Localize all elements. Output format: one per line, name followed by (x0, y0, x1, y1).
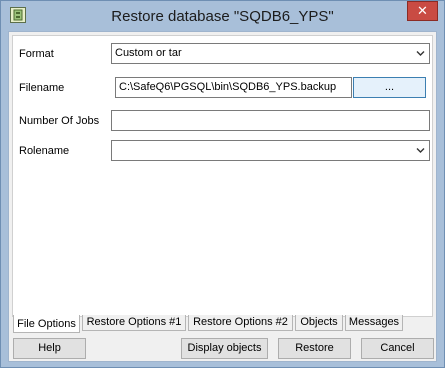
tab-restore-options-1[interactable]: Restore Options #1 (82, 315, 186, 331)
close-button[interactable]: ✕ (407, 1, 438, 21)
browse-button[interactable]: ... (353, 77, 426, 98)
restore-button[interactable]: Restore (278, 338, 351, 359)
chevron-down-icon (416, 51, 425, 56)
tab-messages[interactable]: Messages (345, 315, 403, 331)
cancel-button[interactable]: Cancel (361, 338, 434, 359)
tab-objects[interactable]: Objects (295, 315, 343, 331)
rolename-label: Rolename (19, 145, 70, 157)
format-label: Format (19, 48, 54, 60)
window-title: Restore database "SQDB6_YPS" (111, 8, 334, 25)
format-select[interactable]: Custom or tar (111, 43, 430, 64)
filename-value: C:\SafeQ6\PGSQL\bin\SQDB6_YPS.backup (119, 81, 337, 93)
display-objects-button[interactable]: Display objects (181, 338, 268, 359)
close-icon: ✕ (417, 3, 428, 18)
restore-dialog: Restore database "SQDB6_YPS" ✕ Format Cu… (0, 0, 445, 368)
display-objects-label: Display objects (187, 342, 262, 354)
cancel-label: Cancel (380, 342, 415, 354)
file-options-panel: Format Custom or tar Filename C:\SafeQ6\… (12, 35, 433, 317)
filename-label: Filename (19, 82, 65, 94)
format-value: Custom or tar (115, 47, 182, 59)
tab-restore-options-2[interactable]: Restore Options #2 (188, 315, 293, 331)
jobs-label: Number Of Jobs (19, 115, 100, 127)
help-button[interactable]: Help (13, 338, 86, 359)
tab-file-options[interactable]: File Options (13, 315, 80, 333)
help-label: Help (38, 342, 61, 354)
browse-label: ... (384, 81, 395, 93)
title-bar[interactable]: Restore database "SQDB6_YPS" ✕ (1, 1, 444, 31)
rolename-select[interactable] (111, 140, 430, 161)
filename-input[interactable]: C:\SafeQ6\PGSQL\bin\SQDB6_YPS.backup (115, 77, 352, 98)
tab-strip: File Options Restore Options #1 Restore … (12, 315, 433, 333)
chevron-down-icon (416, 148, 425, 153)
number-of-jobs-input[interactable] (111, 110, 430, 131)
dialog-body: Format Custom or tar Filename C:\SafeQ6\… (8, 31, 437, 362)
restore-label: Restore (295, 342, 334, 354)
